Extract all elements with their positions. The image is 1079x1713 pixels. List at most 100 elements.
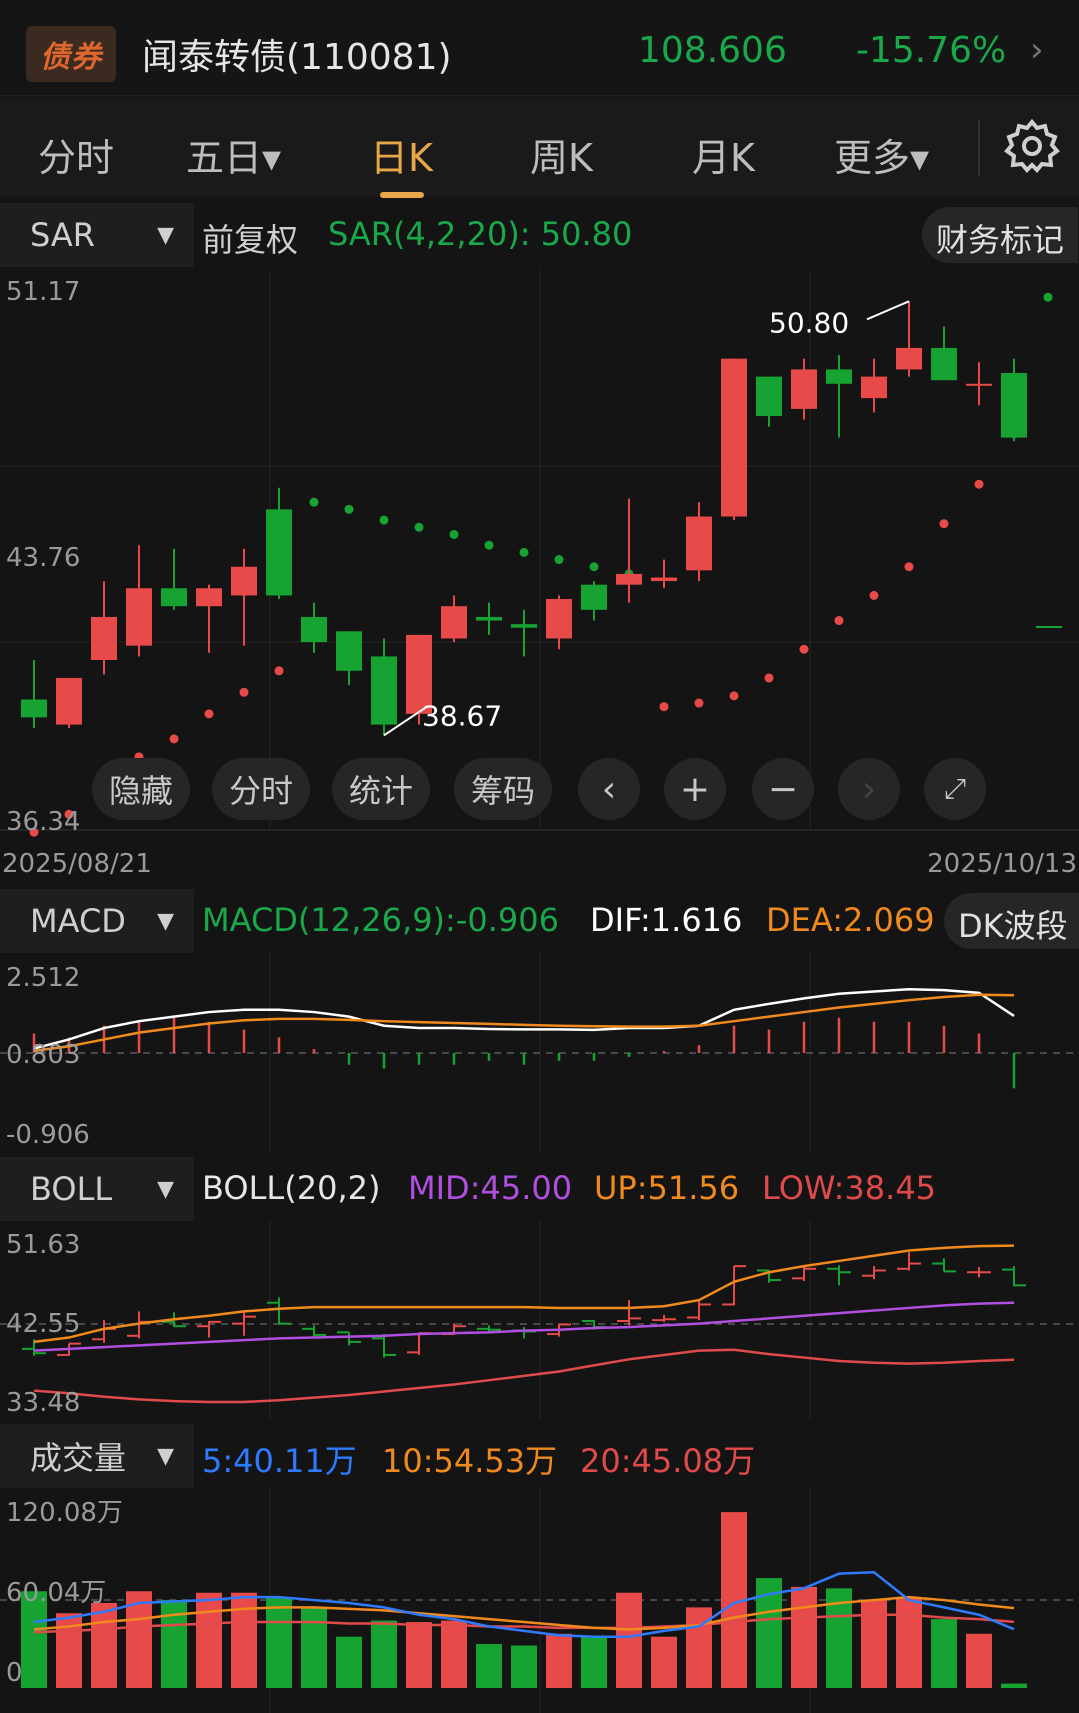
vol-ma20: 20:45.08万 xyxy=(580,1442,756,1480)
y-axis-mid-label: 43.76 xyxy=(6,543,80,573)
macd-chart[interactable]: 2.512 0.803 -0.906 xyxy=(0,953,1079,1151)
macd-axis-top: 2.512 xyxy=(6,963,80,993)
y-axis-top-label: 51.17 xyxy=(6,277,80,307)
security-title[interactable]: 闻泰转债(110081) xyxy=(142,28,452,80)
statistics-button[interactable]: 统计 xyxy=(332,758,430,820)
volume-chart[interactable]: 120.08万 60.04万 0 xyxy=(0,1488,1079,1713)
zoom-in-icon[interactable]: + xyxy=(664,758,726,820)
volume-bar xyxy=(616,1592,642,1688)
candle-body xyxy=(231,566,257,596)
main-indicator-selector[interactable]: SAR ▼ xyxy=(0,203,194,267)
hide-button[interactable]: 隐藏 xyxy=(92,758,190,820)
dropdown-caret-icon: ▼ xyxy=(157,1443,174,1469)
macd-indicator-bar: MACD ▼ MACD(12,26,9):-0.906 DIF:1.616 DE… xyxy=(0,889,1079,953)
boll-indicator-selector[interactable]: BOLL ▼ xyxy=(0,1157,194,1221)
sar-dot xyxy=(834,616,844,626)
dea-line xyxy=(33,993,1015,1053)
candle-body xyxy=(546,599,572,639)
candle-body xyxy=(196,588,222,607)
macd-value: MACD(12,26,9):-0.906 xyxy=(202,901,559,939)
macd-indicator-selector[interactable]: MACD ▼ xyxy=(0,889,194,953)
candle-body xyxy=(301,616,327,643)
vol-axis-bottom: 0 xyxy=(6,1658,23,1688)
candle-body xyxy=(21,699,47,718)
candle-body xyxy=(896,347,922,370)
tab-monthly-k[interactable]: 月K xyxy=(692,127,755,182)
tab-daily-k[interactable]: 日K xyxy=(370,127,433,182)
volume-bar xyxy=(896,1597,922,1688)
adjust-mode[interactable]: 前复权 xyxy=(202,215,298,261)
period-tabs: 分时 五日▾ 日K 周K 月K 更多▾ xyxy=(0,97,1079,197)
volume-bar xyxy=(581,1636,607,1688)
dif-value: DIF:1.616 xyxy=(590,901,743,939)
candle-body xyxy=(686,516,712,571)
volume-bar xyxy=(196,1592,222,1688)
y-axis-bottom-label: 36.34 xyxy=(6,807,80,837)
financial-marker-button[interactable]: 财务标记 xyxy=(922,207,1079,263)
candle-body xyxy=(511,624,537,628)
volume-bar xyxy=(441,1620,467,1688)
main-indicator-label: SAR xyxy=(30,216,96,254)
bond-badge: 债券 xyxy=(26,26,116,82)
candle-body xyxy=(266,509,292,596)
volume-bar xyxy=(546,1633,572,1688)
intraday-button[interactable]: 分时 xyxy=(212,758,310,820)
candle-body xyxy=(616,573,642,585)
sar-dot xyxy=(449,529,459,539)
tab-more[interactable]: 更多▾ xyxy=(834,127,929,182)
sar-dot xyxy=(414,522,424,532)
chevron-right-icon[interactable]: › xyxy=(1030,30,1044,70)
tab-intraday[interactable]: 分时 xyxy=(38,127,114,182)
sar-dot xyxy=(274,666,284,676)
chevron-right-icon[interactable]: › xyxy=(838,758,900,820)
candle-body xyxy=(91,616,117,661)
sar-dot xyxy=(764,673,774,683)
last-price: 108.606 xyxy=(638,30,787,71)
volume-bar xyxy=(1001,1683,1027,1688)
boll-axis-bottom: 33.48 xyxy=(6,1388,80,1418)
date-start-label: 2025/08/21 xyxy=(2,849,152,879)
sar-dot xyxy=(694,698,704,708)
dropdown-caret-icon: ▼ xyxy=(157,222,174,248)
zoom-out-icon[interactable]: − xyxy=(752,758,814,820)
candle-body xyxy=(441,606,467,639)
fullscreen-icon[interactable]: ⤢ xyxy=(924,758,986,820)
low-annotation: 38.67 xyxy=(422,699,502,732)
dropdown-caret-icon: ▼ xyxy=(157,1176,174,1202)
chips-button[interactable]: 筹码 xyxy=(454,758,552,820)
dea-value: DEA:2.069 xyxy=(766,901,935,939)
boll-chart[interactable]: 51.63 42.55 33.48 xyxy=(0,1221,1079,1419)
volume-bar xyxy=(406,1622,432,1688)
candle-body xyxy=(371,656,397,725)
boll-low-value: LOW:38.45 xyxy=(762,1169,937,1207)
tab-weekly-k[interactable]: 周K xyxy=(530,127,593,182)
boll-indicator-bar: BOLL ▼ BOLL(20,2) MID:45.00 UP:51.56 LOW… xyxy=(0,1157,1079,1221)
sar-dot xyxy=(204,709,214,719)
sar-dot xyxy=(309,497,319,507)
sar-indicator-bar: SAR ▼ 前复权 SAR(4,2,20): 50.80 财务标记 xyxy=(0,203,1079,267)
boll-mid-value: MID:45.00 xyxy=(408,1169,573,1207)
macd-axis-mid: 0.803 xyxy=(6,1040,80,1070)
active-tab-indicator xyxy=(380,192,424,198)
volume-bar xyxy=(371,1620,397,1688)
macd-axis-bottom: -0.906 xyxy=(6,1120,90,1150)
boll-axis-top: 51.63 xyxy=(6,1230,80,1260)
dk-band-button[interactable]: DK波段 xyxy=(944,893,1079,949)
vol-ma10: 10:54.53万 xyxy=(382,1442,558,1480)
volume-bar xyxy=(511,1645,537,1688)
tab-divider xyxy=(978,120,980,176)
tab-five-day[interactable]: 五日▾ xyxy=(186,127,281,182)
volume-bar xyxy=(266,1597,292,1688)
volume-bar xyxy=(931,1619,957,1688)
volume-indicator-selector[interactable]: 成交量 ▼ xyxy=(0,1424,194,1488)
sar-dot xyxy=(344,504,354,514)
chevron-left-icon[interactable]: ‹ xyxy=(578,758,640,820)
candle-body xyxy=(826,369,852,384)
boll-indicator-label: BOLL xyxy=(30,1170,113,1208)
sar-dot xyxy=(799,644,809,654)
candle-body xyxy=(931,347,957,381)
sar-dot xyxy=(939,519,949,529)
sar-dot xyxy=(484,540,494,550)
gear-icon[interactable] xyxy=(1004,118,1060,174)
candle-body xyxy=(476,616,502,621)
